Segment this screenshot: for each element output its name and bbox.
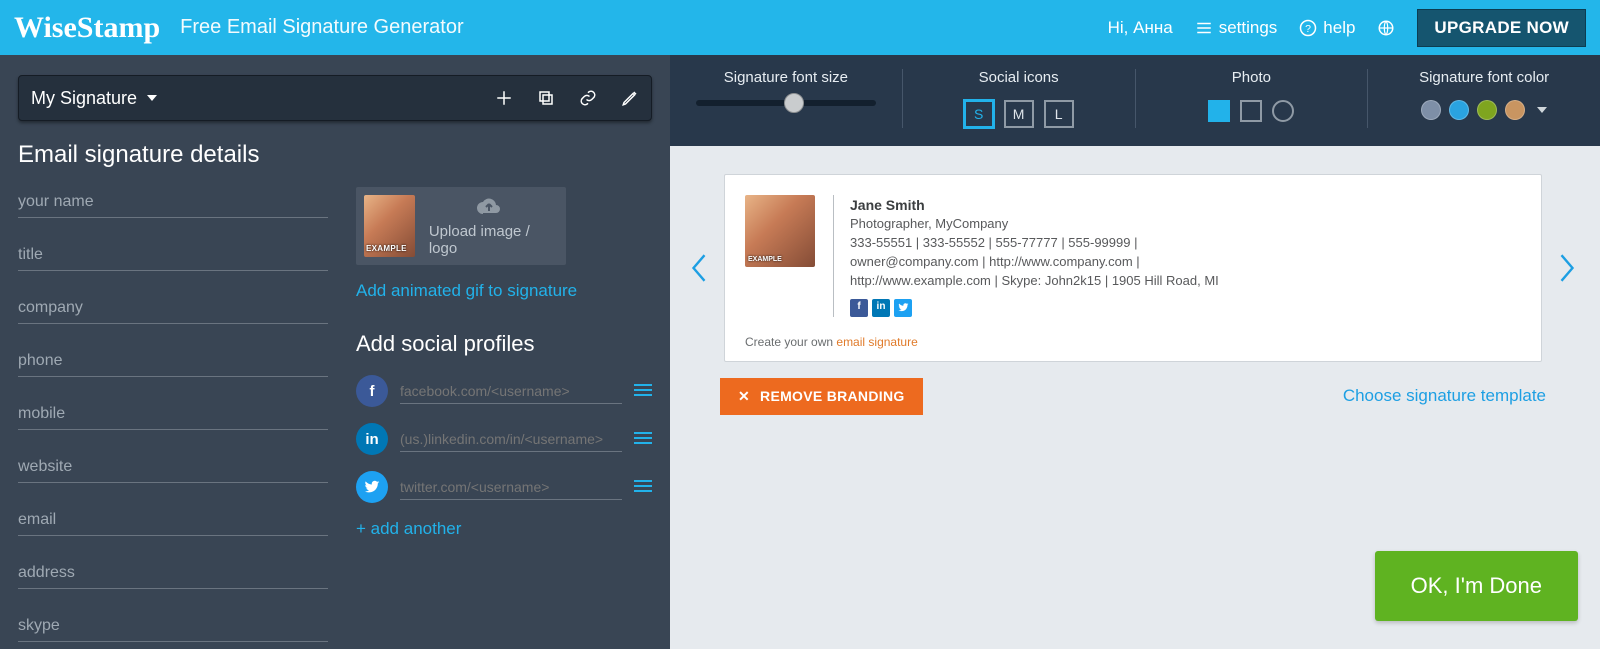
menu-icon — [1195, 19, 1213, 37]
remove-branding-button[interactable]: ✕ REMOVE BRANDING — [720, 378, 923, 415]
signature-select-label: My Signature — [31, 88, 137, 109]
top-bar: WiseStamp Free Email Signature Generator… — [0, 0, 1600, 55]
facebook-icon: f — [850, 299, 868, 317]
slider-thumb[interactable] — [784, 93, 804, 113]
twitter-icon — [356, 471, 388, 503]
signature-preview-card: Jane Smith Photographer, MyCompany 333-5… — [724, 174, 1542, 362]
signature-select[interactable]: My Signature — [31, 88, 157, 109]
linkedin-input[interactable] — [400, 427, 622, 452]
example-thumb — [364, 195, 415, 257]
preview-photo — [745, 195, 815, 267]
color-swatches — [1376, 100, 1592, 120]
font-size-slider[interactable] — [696, 100, 876, 106]
title-field[interactable] — [18, 240, 328, 271]
settings-label: settings — [1219, 18, 1278, 38]
twitter-icon — [894, 299, 912, 317]
drag-handle-icon[interactable] — [634, 480, 652, 494]
preview-footer: Create your own email signature — [745, 335, 1521, 349]
preview-line1: 333-55551 | 333-55552 | 555-77777 | 555-… — [850, 234, 1219, 253]
settings-link[interactable]: settings — [1195, 18, 1278, 38]
add-social-link[interactable]: + add another — [356, 519, 652, 539]
chevron-down-icon — [147, 95, 157, 101]
preview-social: f in — [850, 299, 1219, 317]
facebook-icon: f — [356, 375, 388, 407]
website-field[interactable] — [18, 452, 328, 483]
preview-line2: owner@company.com | http://www.company.c… — [850, 253, 1219, 272]
skype-field[interactable] — [18, 611, 328, 642]
close-icon: ✕ — [738, 388, 750, 405]
upgrade-button[interactable]: UPGRADE NOW — [1417, 9, 1586, 47]
swatch-4[interactable] — [1505, 100, 1525, 120]
font-color-title: Signature font color — [1376, 69, 1592, 86]
facebook-input[interactable] — [400, 379, 622, 404]
svg-text:?: ? — [1305, 22, 1311, 34]
company-field[interactable] — [18, 293, 328, 324]
done-button[interactable]: OK, I'm Done — [1375, 551, 1578, 621]
phone-field[interactable] — [18, 346, 328, 377]
choose-template-link[interactable]: Choose signature template — [1343, 386, 1546, 406]
signature-toolbar: My Signature — [18, 75, 652, 121]
linkedin-icon: in — [356, 423, 388, 455]
name-field[interactable] — [18, 187, 328, 218]
mobile-field[interactable] — [18, 399, 328, 430]
size-s-button[interactable]: S — [964, 100, 994, 128]
upload-image-box[interactable]: Upload image / logo — [356, 187, 566, 265]
help-icon: ? — [1299, 19, 1317, 37]
address-field[interactable] — [18, 558, 328, 589]
add-icon[interactable] — [495, 89, 513, 107]
globe-link[interactable] — [1377, 19, 1395, 37]
globe-icon — [1377, 19, 1395, 37]
help-link[interactable]: ? help — [1299, 18, 1355, 38]
options-bar: Signature font size Social icons S M L P… — [670, 55, 1600, 146]
linkedin-row: in — [356, 423, 652, 455]
photo-outline-button[interactable] — [1240, 100, 1262, 122]
drag-handle-icon[interactable] — [634, 384, 652, 398]
upload-icon — [475, 195, 503, 219]
add-gif-link[interactable]: Add animated gif to signature — [356, 281, 652, 301]
font-size-option: Signature font size — [670, 69, 903, 128]
font-size-title: Signature font size — [678, 69, 894, 86]
social-icons-title: Social icons — [911, 69, 1127, 86]
drag-handle-icon[interactable] — [634, 432, 652, 446]
swatch-2[interactable] — [1449, 100, 1469, 120]
photo-circle-button[interactable] — [1272, 100, 1294, 122]
twitter-input[interactable] — [400, 475, 622, 500]
preview-panel: Signature font size Social icons S M L P… — [670, 55, 1600, 649]
remove-branding-label: REMOVE BRANDING — [760, 388, 905, 404]
swatch-1[interactable] — [1421, 100, 1441, 120]
preview-role: Photographer, MyCompany — [850, 215, 1219, 234]
brand-logo: WiseStamp — [14, 11, 180, 45]
linkedin-icon: in — [872, 299, 890, 317]
chevron-down-icon[interactable] — [1537, 107, 1547, 113]
editor-panel: My Signature Email signature details — [0, 55, 670, 649]
tagline: Free Email Signature Generator — [180, 16, 463, 39]
email-field[interactable] — [18, 505, 328, 536]
swatch-3[interactable] — [1477, 100, 1497, 120]
size-l-button[interactable]: L — [1044, 100, 1074, 128]
help-label: help — [1323, 18, 1355, 38]
email-signature-link[interactable]: email signature — [836, 335, 917, 349]
size-m-button[interactable]: M — [1004, 100, 1034, 128]
social-icons-option: Social icons S M L — [903, 69, 1136, 128]
photo-option: Photo — [1136, 69, 1369, 128]
edit-icon[interactable] — [621, 89, 639, 107]
preview-name: Jane Smith — [850, 195, 1219, 215]
link-icon[interactable] — [579, 89, 597, 107]
photo-fill-button[interactable] — [1208, 100, 1230, 122]
preview-footer-pre: Create your own — [745, 335, 836, 349]
details-title: Email signature details — [18, 141, 652, 169]
copy-icon[interactable] — [537, 89, 555, 107]
social-title: Add social profiles — [356, 331, 652, 357]
greeting: Hi, Анна — [1108, 18, 1173, 38]
font-color-option: Signature font color — [1368, 69, 1600, 128]
preview-line3: http://www.example.com | Skype: John2k15… — [850, 272, 1219, 291]
upload-label: Upload image / logo — [429, 223, 550, 257]
photo-title: Photo — [1144, 69, 1360, 86]
facebook-row: f — [356, 375, 652, 407]
next-template-button[interactable] — [1556, 250, 1578, 286]
twitter-row — [356, 471, 652, 503]
prev-template-button[interactable] — [688, 250, 710, 286]
